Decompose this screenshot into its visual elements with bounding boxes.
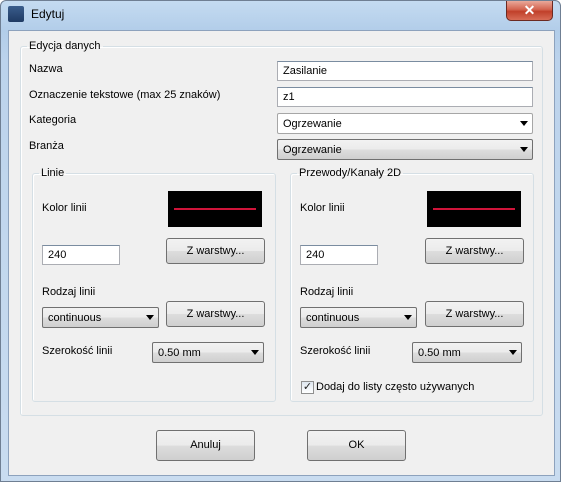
name-label: Nazwa: [29, 63, 63, 75]
ducts-type-select-value: continuous: [306, 312, 360, 324]
ok-button[interactable]: OK: [307, 430, 406, 461]
category-label: Kategoria: [29, 114, 77, 126]
frequent-checkbox[interactable]: ✓: [301, 381, 314, 394]
cancel-button[interactable]: Anuluj: [156, 430, 255, 461]
ducts-type-select[interactable]: continuous: [300, 307, 417, 328]
lines-width-label: Szerokość linii: [42, 345, 113, 357]
lines-color-index-field[interactable]: 240: [42, 245, 120, 265]
chevron-down-icon: [509, 350, 517, 355]
branch-select-value: Ogrzewanie: [283, 144, 342, 156]
frequent-checkbox-label[interactable]: Dodaj do listy często używanych: [316, 381, 474, 393]
lines-type-select[interactable]: continuous: [42, 307, 159, 328]
dialog-window: Edytuj ✕ Edycja danych Nazwa Zasilanie O…: [0, 0, 561, 482]
lines-type-select-value: continuous: [48, 312, 102, 324]
lines-group-title: Linie: [41, 167, 65, 179]
ducts-width-select[interactable]: 0.50 mm: [412, 342, 522, 363]
code-field[interactable]: z1: [277, 87, 533, 107]
app-icon: [8, 6, 24, 22]
dialog-body: Edycja danych Nazwa Zasilanie Oznaczenie…: [8, 30, 555, 476]
ducts-color-index-field[interactable]: 240: [300, 245, 378, 265]
ducts-color-swatch[interactable]: [427, 191, 521, 227]
branch-select[interactable]: Ogrzewanie: [277, 139, 533, 160]
lines-color-sample: [174, 208, 256, 210]
branch-label: Branża: [29, 140, 64, 152]
ducts-width-select-value: 0.50 mm: [418, 347, 461, 359]
ducts-group-title: Przewody/Kanały 2D: [299, 167, 402, 179]
edit-data-group-title: Edycja danych: [29, 40, 101, 52]
chevron-down-icon: [520, 121, 528, 126]
chevron-down-icon: [404, 315, 412, 320]
chevron-down-icon: [146, 315, 154, 320]
lines-from-layer-button[interactable]: Z warstwy...: [166, 238, 265, 264]
window-title: Edytuj: [31, 7, 65, 21]
chevron-down-icon: [520, 147, 528, 152]
checkmark-icon: ✓: [302, 381, 313, 393]
lines-color-label: Kolor linii: [42, 202, 87, 214]
lines-color-swatch[interactable]: [168, 191, 262, 227]
code-label: Oznaczenie tekstowe (max 25 znaków): [29, 89, 221, 101]
lines-width-select[interactable]: 0.50 mm: [152, 342, 264, 363]
lines-type-label: Rodzaj linii: [42, 286, 96, 298]
lines-width-select-value: 0.50 mm: [158, 347, 201, 359]
ducts-color-label: Kolor linii: [300, 202, 345, 214]
chevron-down-icon: [251, 350, 259, 355]
name-field[interactable]: Zasilanie: [277, 61, 533, 81]
ducts-from-layer-button[interactable]: Z warstwy...: [425, 238, 524, 264]
ducts-width-label: Szerokość linii: [300, 345, 371, 357]
category-select[interactable]: Ogrzewanie: [277, 113, 533, 134]
close-button[interactable]: ✕: [506, 1, 553, 21]
ducts-type-label: Rodzaj linii: [300, 286, 354, 298]
ducts-type-from-layer-button[interactable]: Z warstwy...: [425, 301, 524, 327]
category-select-value: Ogrzewanie: [283, 118, 342, 130]
ducts-color-sample: [433, 208, 515, 210]
lines-type-from-layer-button[interactable]: Z warstwy...: [166, 301, 265, 327]
